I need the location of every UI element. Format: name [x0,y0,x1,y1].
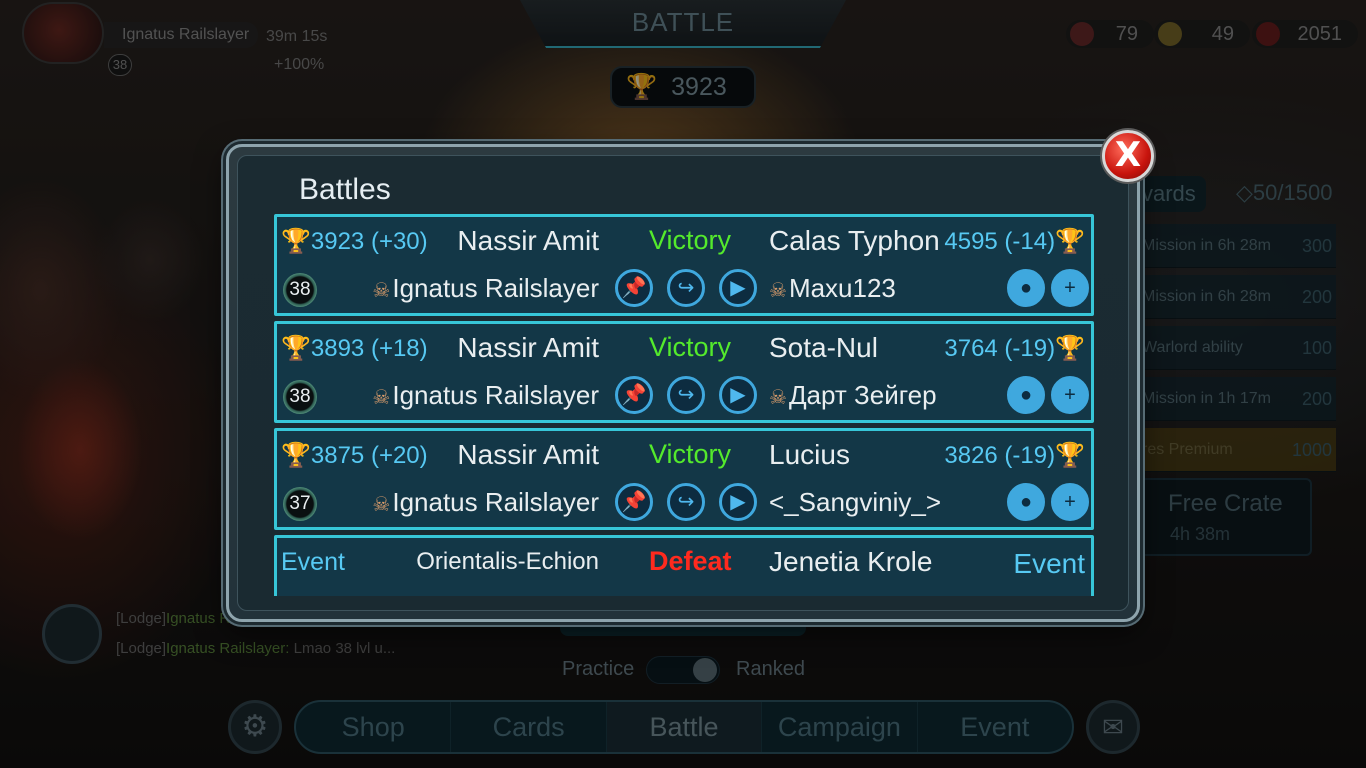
my-trophies-value: 3893 (+18) [310,335,428,362]
my-trophies-value: 3923 (+30) [310,228,428,255]
player-level-badge: 38 [283,273,317,307]
battle-result: Victory [649,225,732,255]
modal-title: Battles [299,173,391,206]
battle-result: Defeat [649,546,732,576]
my-username: ☠Ignatus Railslayer [372,273,599,304]
add-friend-icon[interactable]: + [1051,269,1089,307]
my-trophies: 🏆3923 (+30) [281,227,428,256]
battle-row: 🏆3875 (+20) Nassir Amit Victory Lucius 3… [274,428,1094,530]
opponent-trophies-value: 3764 (-19) [944,335,1056,362]
battle-result: Victory [649,439,732,469]
share-icon[interactable]: ↪ [667,269,705,307]
opponent-trophies-value: 3826 (-19) [944,442,1056,469]
my-trophies: 🏆3893 (+18) [281,334,428,363]
opponent-username: ☠Дарт Зейгер [769,380,937,411]
opponent-username-text: Дарт Зейгер [788,380,937,410]
skull-icon: ☠ [769,280,787,302]
battle-list[interactable]: 🏆3923 (+30) Nassir Amit Victory Calas Ty… [274,214,1094,596]
trophy-icon: 🏆 [1055,442,1085,469]
player-level-badge: 37 [283,487,317,521]
opponent-trophies: 4595 (-14)🏆 [944,227,1085,256]
trophy-icon: 🏆 [1055,335,1085,362]
my-username: ☠Ignatus Railslayer [372,487,599,518]
add-friend-icon[interactable]: + [1051,376,1089,414]
opponent-username-text: Maxu123 [788,273,896,303]
view-profile-icon[interactable]: ● [1007,269,1045,307]
pin-icon[interactable]: 📌 [615,483,653,521]
skull-icon: ☠ [372,387,391,409]
my-deck-name: Orientalis-Echion [416,548,599,575]
opponent-username: ☠Maxu123 [769,273,896,304]
replay-play-icon[interactable]: ▶ [719,483,757,521]
my-trophies: 🏆3875 (+20) [281,441,428,470]
opponent-deck-name: Calas Typhon [769,225,940,256]
my-username-text: Ignatus Railslayer [392,487,599,517]
replay-play-icon[interactable]: ▶ [719,376,757,414]
trophy-icon: 🏆 [281,335,311,362]
opponent-deck-name: Sota-Nul [769,332,878,363]
battle-result: Victory [649,332,732,362]
pin-icon[interactable]: 📌 [615,376,653,414]
battle-row: 🏆3923 (+30) Nassir Amit Victory Calas Ty… [274,214,1094,316]
battle-row: Event Orientalis-Echion Defeat Jenetia K… [274,535,1094,596]
opponent-trophies-value: 4595 (-14) [944,228,1056,255]
opponent-trophies: 3764 (-19)🏆 [944,334,1085,363]
add-friend-icon[interactable]: + [1051,483,1089,521]
my-deck-name: Nassir Amit [457,439,599,470]
trophy-icon: 🏆 [281,228,311,255]
opponent-trophies: 3826 (-19)🏆 [944,441,1085,470]
replay-play-icon[interactable]: ▶ [719,269,757,307]
battle-row: 🏆3893 (+18) Nassir Amit Victory Sota-Nul… [274,321,1094,423]
view-profile-icon[interactable]: ● [1007,376,1045,414]
opponent-trophies: Event [1013,548,1085,579]
share-icon[interactable]: ↪ [667,483,705,521]
opponent-deck-name: Jenetia Krole [769,546,933,577]
skull-icon: ☠ [372,280,391,302]
pin-icon[interactable]: 📌 [615,269,653,307]
skull-icon: ☠ [769,387,787,409]
trophy-icon: 🏆 [281,442,311,469]
my-username: ☠Ignatus Railslayer [372,380,599,411]
share-icon[interactable]: ↪ [667,376,705,414]
player-level-badge: 38 [283,380,317,414]
my-trophies: Event [281,548,345,576]
view-profile-icon[interactable]: ● [1007,483,1045,521]
close-button[interactable]: X [1102,130,1154,182]
opponent-username: <_Sangviniy_> [769,487,942,517]
my-username-text: Ignatus Railslayer [392,380,599,410]
trophy-icon: 🏆 [1055,228,1085,255]
opponent-deck-name: Lucius [769,439,850,470]
skull-icon: ☠ [372,494,391,516]
my-trophies-value: 3875 (+20) [310,442,428,469]
my-deck-name: Nassir Amit [457,332,599,363]
my-deck-name: Nassir Amit [457,225,599,256]
my-username-text: Ignatus Railslayer [392,273,599,303]
